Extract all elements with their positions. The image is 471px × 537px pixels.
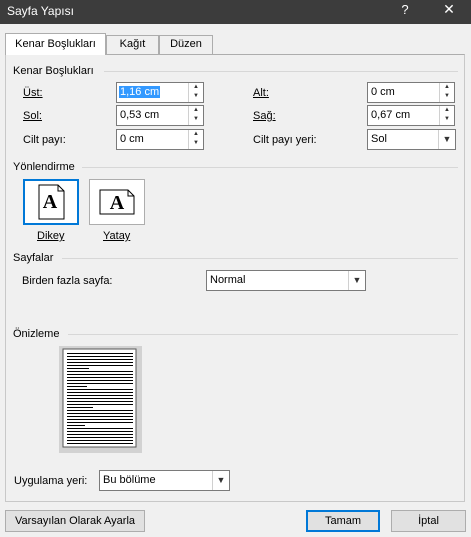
left-margin-arrows[interactable]: ▲ ▼ [188,106,203,125]
gutter-spinner[interactable]: 0 cm ▲ ▼ [116,129,204,150]
bottom-margin-label: Alt: [253,87,269,99]
gutter-position-label: Cilt payı yeri: [253,134,317,146]
left-margin-label: Sol: [23,110,42,122]
tab-layout[interactable]: Düzen [159,35,213,54]
page-preview-image [62,348,137,448]
spin-up-icon[interactable]: ▲ [189,130,203,139]
page-preview [59,346,142,453]
multiple-pages-label: Birden fazla sayfa: [22,275,113,287]
top-margin-label: Üst: [23,87,43,99]
apply-to-value: Bu bölüme [103,474,156,486]
portrait-option[interactable]: A [23,179,79,225]
top-margin-arrows[interactable]: ▲ ▼ [188,83,203,102]
margins-group-title: Kenar Boşlukları [13,65,94,77]
spin-down-icon[interactable]: ▼ [189,139,203,148]
margins-separator [104,71,458,72]
gutter-arrows[interactable]: ▲ ▼ [188,130,203,149]
bottom-margin-spinner[interactable]: 0 cm ▲ ▼ [367,82,455,103]
right-margin-spinner[interactable]: 0,67 cm ▲ ▼ [367,105,455,126]
preview-group-title: Önizleme [13,328,60,340]
top-margin-value[interactable]: 1,16 cm [119,86,161,98]
spin-down-icon[interactable]: ▼ [440,115,454,124]
close-button[interactable]: ✕ [434,1,464,23]
chevron-down-icon[interactable]: ▼ [348,271,365,290]
gutter-label: Cilt payı: [23,134,66,146]
portrait-glyph: A [42,191,58,213]
landscape-glyph: A [109,192,125,214]
bottom-margin-arrows[interactable]: ▲ ▼ [439,83,454,102]
spin-up-icon[interactable]: ▲ [189,83,203,92]
window-title: Sayfa Yapısı [7,4,74,18]
tab-paper[interactable]: Kağıt [106,35,159,54]
spin-down-icon[interactable]: ▼ [189,92,203,101]
right-margin-value[interactable]: 0,67 cm [371,109,410,121]
orientation-group-title: Yönlendirme [13,161,75,173]
top-margin-spinner[interactable]: 1,16 cm ▲ ▼ [116,82,204,103]
apply-to-label: Uygulama yeri: [14,475,88,487]
left-margin-value[interactable]: 0,53 cm [120,109,159,121]
multiple-pages-select[interactable]: Normal ▼ [206,270,366,291]
pages-group-title: Sayfalar [13,252,54,264]
gutter-position-value: Sol [371,133,387,145]
cancel-button[interactable]: İptal [391,510,466,532]
set-default-button[interactable]: Varsayılan Olarak Ayarla [5,510,145,532]
spin-up-icon[interactable]: ▲ [189,106,203,115]
ok-button[interactable]: Tamam [306,510,380,532]
spin-up-icon[interactable]: ▲ [440,83,454,92]
help-button[interactable]: ? [396,2,414,22]
chevron-down-icon[interactable]: ▼ [212,471,229,490]
bottom-margin-value[interactable]: 0 cm [371,86,395,98]
preview-separator [68,334,458,335]
spin-up-icon[interactable]: ▲ [440,106,454,115]
spin-down-icon[interactable]: ▼ [189,115,203,124]
gutter-value[interactable]: 0 cm [120,133,144,145]
apply-to-select[interactable]: Bu bölüme ▼ [99,470,230,491]
landscape-label: Yatay [103,230,131,242]
title-bar: Sayfa Yapısı ? ✕ [0,0,471,24]
gutter-position-select[interactable]: Sol ▼ [367,129,456,150]
multiple-pages-value: Normal [210,274,246,286]
right-margin-arrows[interactable]: ▲ ▼ [439,106,454,125]
tab-margins[interactable]: Kenar Boşlukları [5,33,106,55]
spin-down-icon[interactable]: ▼ [440,92,454,101]
left-margin-spinner[interactable]: 0,53 cm ▲ ▼ [116,105,204,126]
pages-separator [62,258,458,259]
right-margin-label: Sağ: [253,110,276,122]
chevron-down-icon[interactable]: ▼ [438,130,455,149]
portrait-label: Dikey [37,230,65,242]
orientation-separator [82,167,458,168]
landscape-option[interactable]: A [89,179,145,225]
